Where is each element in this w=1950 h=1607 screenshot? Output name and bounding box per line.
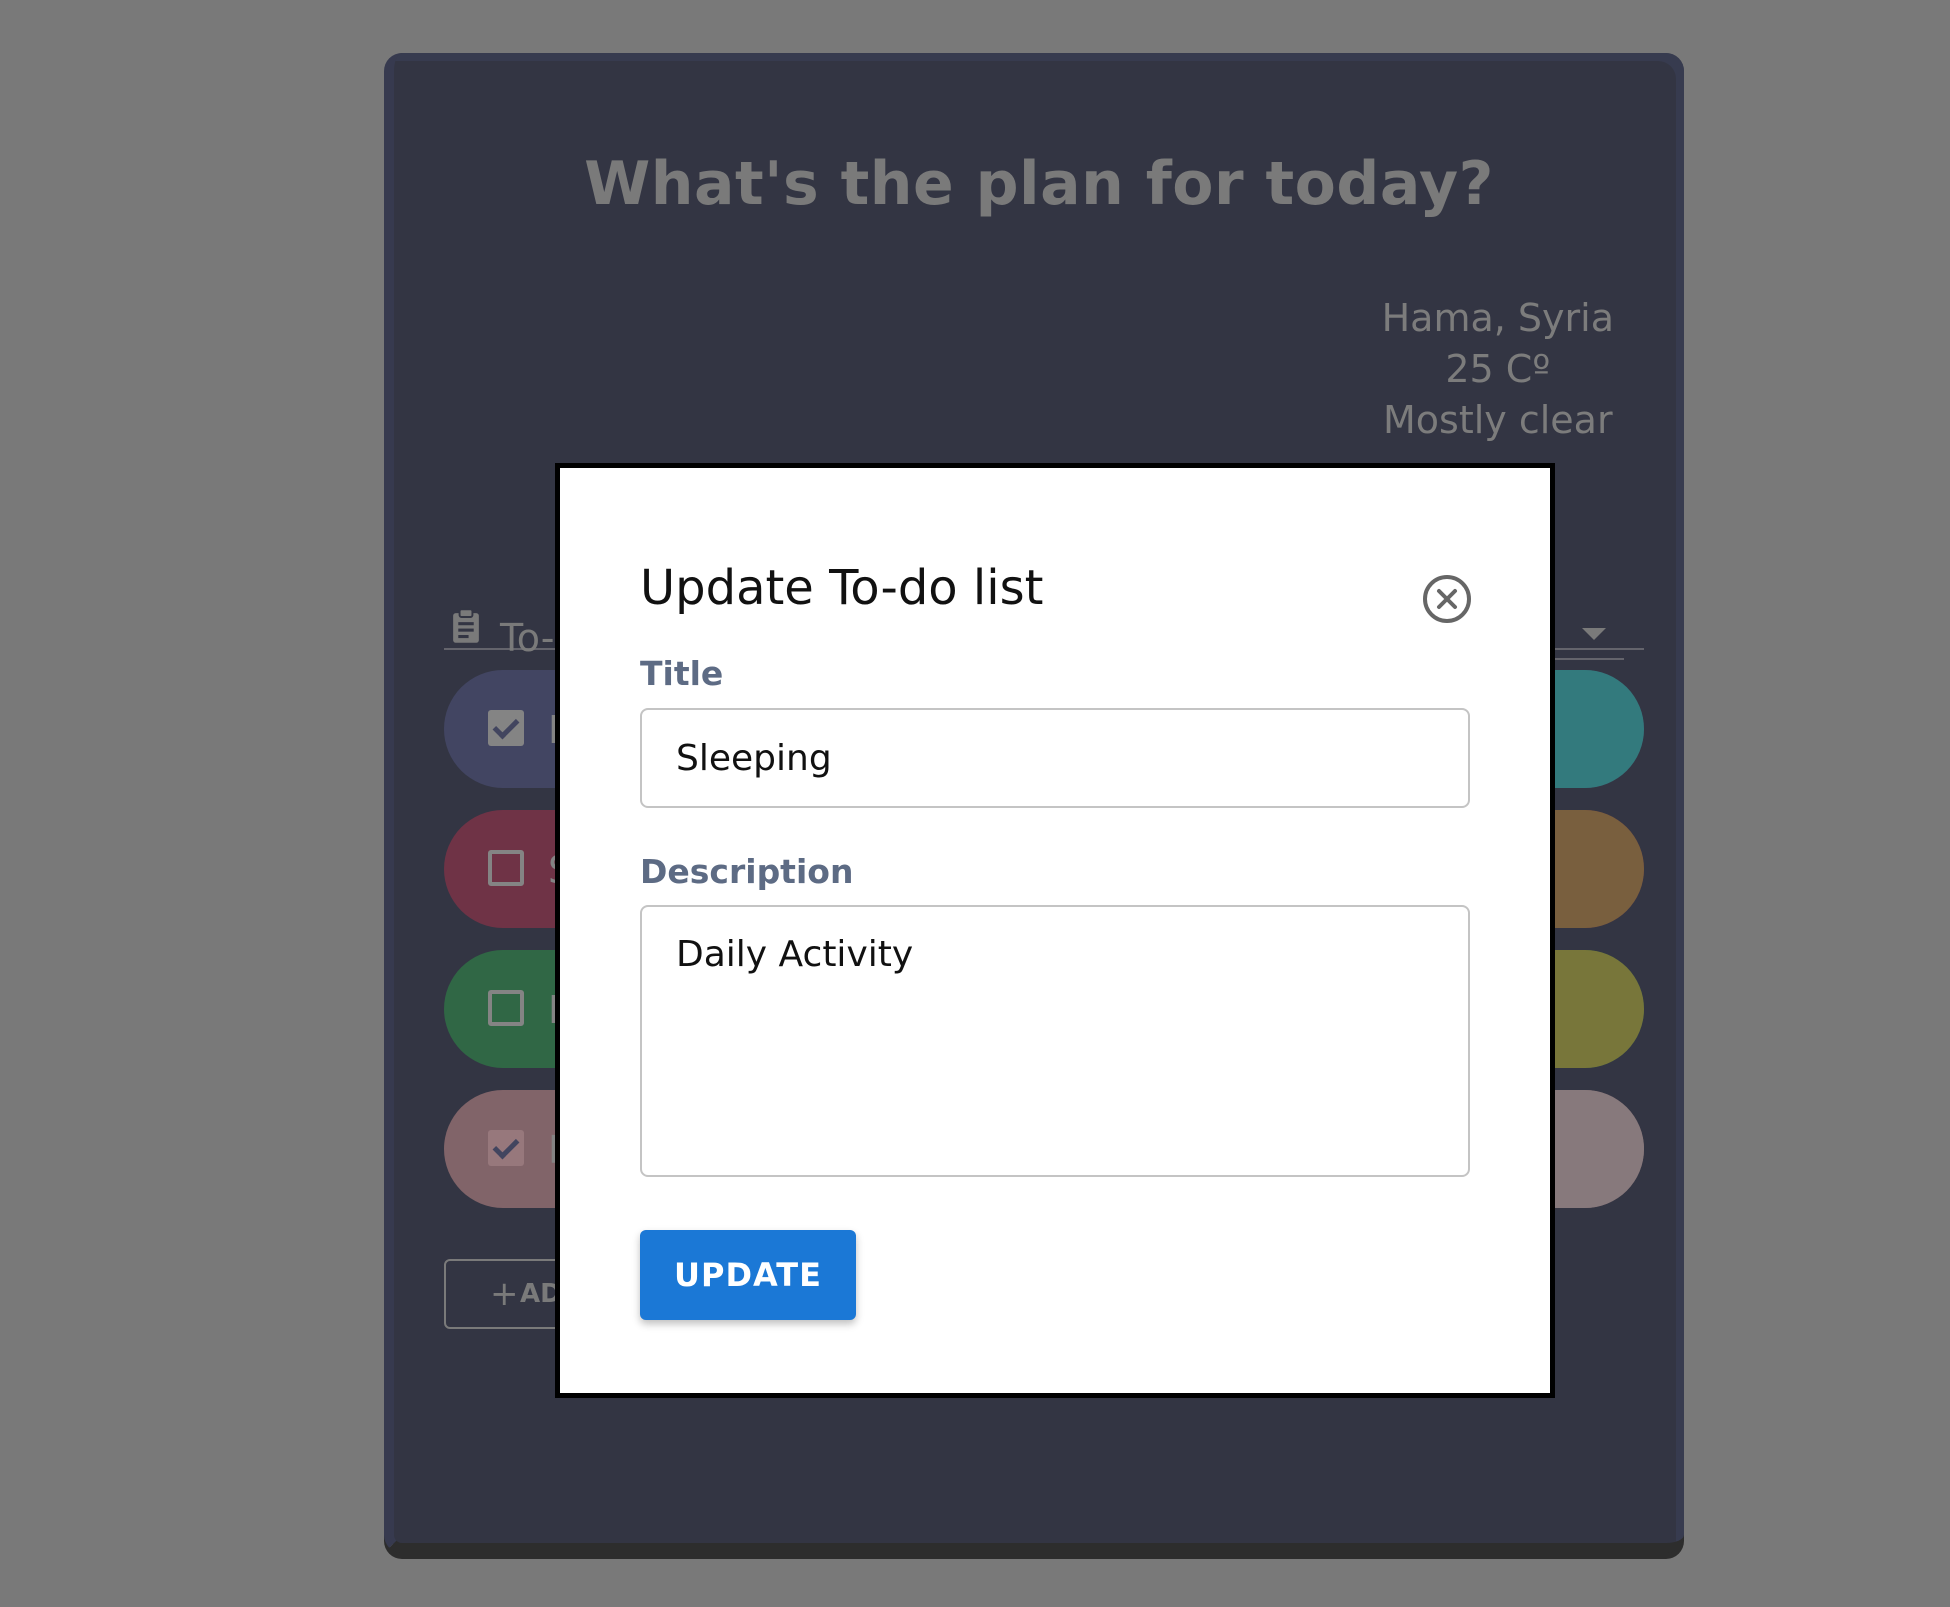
todo-checkbox[interactable] <box>488 1130 524 1166</box>
title-field-label: Title <box>640 654 724 693</box>
page-title: What's the plan for today? <box>584 149 1494 219</box>
update-todo-dialog: Update To-do list Title Description Dail… <box>555 463 1555 1398</box>
screen: What's the plan for today? Hama, Syria 2… <box>0 0 1950 1607</box>
title-input[interactable] <box>640 708 1470 808</box>
weather-condition: Mostly clear <box>1382 398 1613 442</box>
caret-down-icon <box>1582 628 1606 640</box>
dialog-title: Update To-do list <box>640 560 1044 616</box>
weather-temperature: 25 Cº <box>1445 347 1551 391</box>
close-circle-icon[interactable] <box>1422 574 1472 624</box>
description-field-label: Description <box>640 852 854 891</box>
description-textarea[interactable]: Daily Activity <box>640 905 1470 1177</box>
todo-checkbox[interactable] <box>488 990 524 1026</box>
weather-widget: Hama, Syria 25 Cº Mostly clear <box>1382 293 1614 446</box>
plus-icon: + <box>490 1274 519 1314</box>
todo-checkbox[interactable] <box>488 710 524 746</box>
weather-location: Hama, Syria <box>1381 296 1614 340</box>
todo-checkbox[interactable] <box>488 850 524 886</box>
clipboard-icon <box>453 608 479 643</box>
update-button[interactable]: UPDATE <box>640 1230 856 1320</box>
